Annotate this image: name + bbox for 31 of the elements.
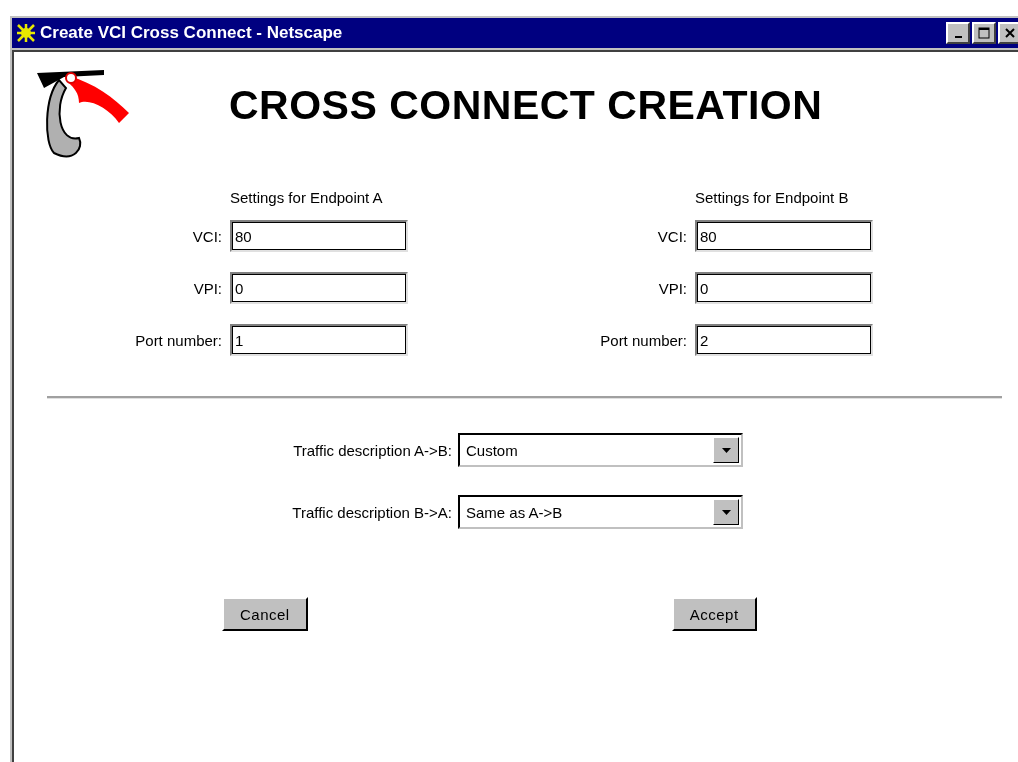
field-label: VCI: (656, 227, 687, 245)
text-field[interactable]: 0 (230, 272, 408, 304)
section-title: Settings for Endpoint A (230, 189, 384, 206)
field-label: VPI: (192, 279, 222, 297)
caret-icon (721, 447, 731, 453)
dropdown[interactable]: Same as A->B (458, 495, 743, 529)
text-field[interactable]: 80 (695, 220, 873, 252)
text-field[interactable]: 1 (230, 324, 408, 356)
caret-icon (721, 509, 731, 515)
maximize-icon (978, 27, 990, 39)
field-label: Port number: (599, 331, 687, 349)
text-field[interactable]: 0 (695, 272, 873, 304)
field-label: VPI: (657, 279, 687, 297)
action-button[interactable]: Cancel (222, 597, 308, 631)
field-label: Traffic description B->A: (291, 503, 452, 521)
minimize-icon (954, 36, 962, 38)
close-icon (1004, 27, 1016, 39)
text-field[interactable]: 2 (695, 324, 873, 356)
text-field[interactable]: 80 (230, 220, 408, 252)
close-button[interactable] (998, 22, 1018, 44)
field-label: Port number: (134, 331, 222, 349)
window-title: Create VCI Cross Connect - Netscape (40, 23, 343, 43)
action-button[interactable]: Accept (671, 597, 757, 631)
field-label: Traffic description A->B: (292, 441, 452, 459)
app-icon (16, 23, 36, 43)
minimize-button[interactable] (946, 22, 970, 44)
field-label: VCI: (191, 227, 222, 245)
page-heading: CROSS CONNECT CREATION (229, 82, 823, 129)
maximize-button[interactable] (972, 22, 996, 44)
section-title: Settings for Endpoint B (695, 189, 850, 206)
dropdown[interactable]: Custom (458, 433, 743, 467)
